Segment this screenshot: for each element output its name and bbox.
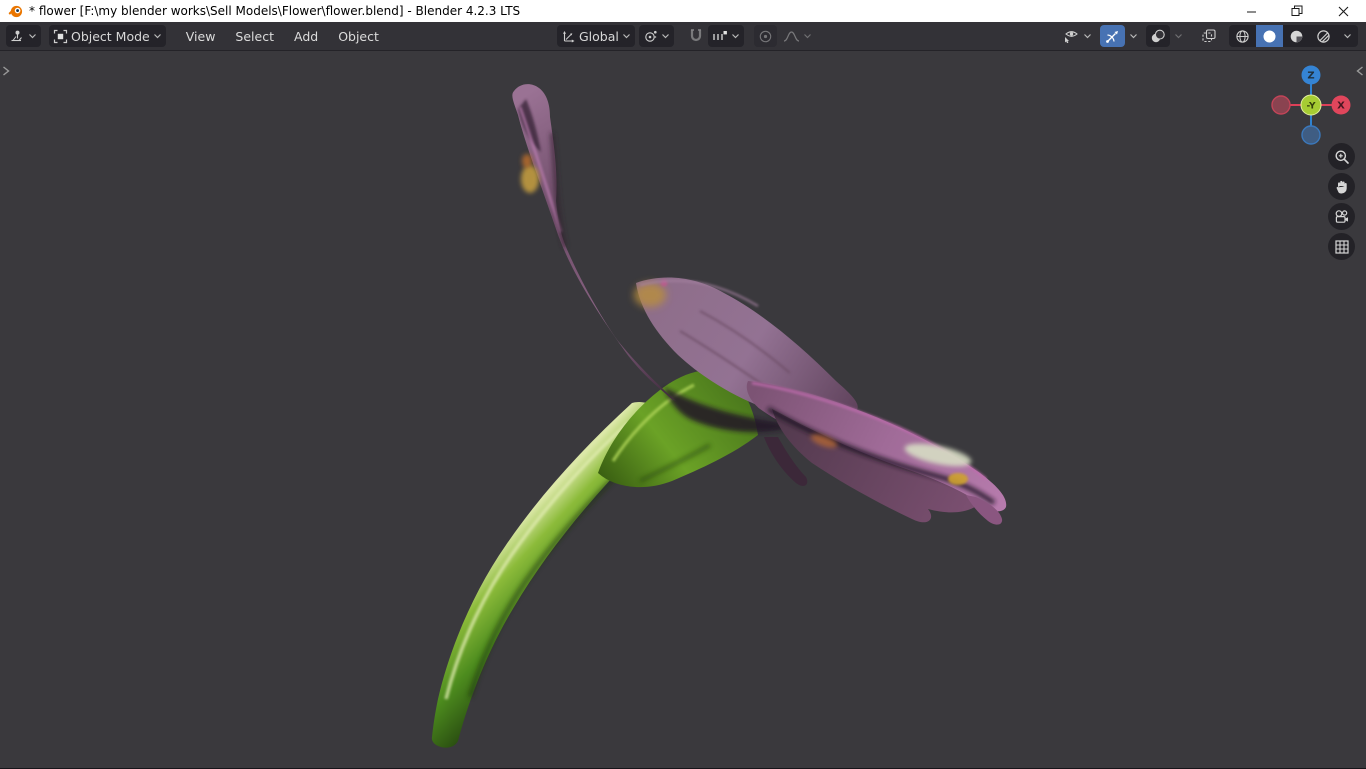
close-icon bbox=[1338, 6, 1348, 16]
solid-shading-icon bbox=[1263, 30, 1276, 42]
proportional-falloff-dropdown[interactable] bbox=[779, 25, 816, 47]
3d-viewport[interactable]: Z X -Y bbox=[0, 51, 1366, 769]
proportional-editing-icon bbox=[759, 30, 772, 42]
close-button[interactable] bbox=[1320, 0, 1366, 22]
rendered-shading-icon bbox=[1317, 29, 1330, 43]
chevron-down-icon bbox=[1175, 34, 1182, 39]
gizmos-dropdown[interactable] bbox=[1125, 25, 1142, 47]
pivot-point-dropdown[interactable] bbox=[638, 25, 674, 47]
chevron-down-icon bbox=[1344, 34, 1351, 39]
shading-wireframe-button[interactable] bbox=[1229, 25, 1256, 47]
material-preview-shading-icon bbox=[1290, 30, 1303, 42]
axis-neg-z-ball[interactable] bbox=[1301, 125, 1321, 145]
chevron-down-icon bbox=[1130, 34, 1137, 39]
orientation-label: Global bbox=[579, 28, 619, 44]
pivot-point-icon bbox=[645, 30, 657, 42]
axis-x-label: X bbox=[1337, 101, 1345, 112]
restore-icon bbox=[1291, 5, 1303, 16]
eye-cursor-icon bbox=[1065, 31, 1078, 43]
chevron-down-icon bbox=[153, 34, 161, 39]
blender-logo-icon bbox=[8, 5, 23, 17]
camera-icon bbox=[1335, 209, 1348, 223]
chevron-down-icon bbox=[1084, 34, 1091, 39]
gizmo-icon bbox=[1106, 30, 1118, 43]
minimize-button[interactable] bbox=[1228, 0, 1274, 22]
snap-with-dropdown[interactable] bbox=[707, 25, 744, 47]
xray-toggle-button[interactable] bbox=[1197, 25, 1221, 47]
overlays-toggle-button[interactable] bbox=[1146, 25, 1170, 47]
shading-material-button[interactable] bbox=[1283, 25, 1310, 47]
menu-select[interactable]: Select bbox=[225, 25, 284, 47]
chevron-down-icon bbox=[803, 34, 811, 39]
menu-object[interactable]: Object bbox=[328, 25, 389, 47]
viewport-header: Object Mode View Select Add Object Globa… bbox=[0, 22, 1366, 51]
toggle-projection-button[interactable] bbox=[1328, 233, 1355, 260]
falloff-curve-icon bbox=[783, 30, 800, 42]
shading-mode-group bbox=[1229, 25, 1358, 47]
minimize-icon bbox=[1246, 11, 1256, 12]
overlays-icon bbox=[1151, 29, 1165, 42]
sidebar-expand-chevron-icon[interactable] bbox=[1355, 65, 1365, 77]
chevron-down-icon bbox=[622, 34, 630, 39]
hand-icon bbox=[1336, 180, 1347, 193]
menu-add[interactable]: Add bbox=[284, 25, 328, 47]
object-mode-icon bbox=[53, 29, 68, 43]
header-right-cluster bbox=[1059, 22, 1358, 50]
camera-view-button[interactable] bbox=[1328, 203, 1355, 230]
wireframe-shading-icon bbox=[1236, 29, 1249, 43]
chevron-down-icon bbox=[661, 34, 669, 39]
flower-model[interactable] bbox=[0, 51, 1366, 768]
shading-solid-button[interactable] bbox=[1256, 25, 1283, 47]
mode-dropdown[interactable]: Object Mode bbox=[49, 25, 166, 47]
editor-3d-viewport-icon bbox=[11, 30, 22, 41]
mode-dropdown-label: Object Mode bbox=[71, 28, 150, 44]
gizmos-toggle-button[interactable] bbox=[1100, 25, 1125, 47]
orientation-axes-icon bbox=[563, 30, 575, 42]
axis-neg-x-ball[interactable] bbox=[1271, 95, 1291, 115]
zoom-icon bbox=[1335, 150, 1349, 164]
restore-button[interactable] bbox=[1274, 0, 1320, 22]
axis-neg-y-label: -Y bbox=[1307, 102, 1316, 112]
snap-toggle-button[interactable] bbox=[684, 25, 708, 47]
navigation-axis-gizmo[interactable]: Z X -Y bbox=[1269, 63, 1353, 147]
shading-rendered-button[interactable] bbox=[1310, 25, 1337, 47]
header-left-cluster: Object Mode View Select Add Object bbox=[6, 22, 389, 50]
transform-orientation-dropdown[interactable]: Global bbox=[557, 25, 635, 47]
magnet-icon bbox=[690, 29, 701, 42]
chevron-down-icon bbox=[731, 34, 739, 39]
proportional-editing-button[interactable] bbox=[753, 25, 777, 47]
toolbar-expand-chevron-icon[interactable] bbox=[1, 65, 11, 77]
move-view-button[interactable] bbox=[1328, 173, 1355, 200]
menu-view[interactable]: View bbox=[176, 25, 226, 47]
object-visibility-dropdown[interactable] bbox=[1059, 25, 1096, 47]
shading-dropdown[interactable] bbox=[1337, 25, 1358, 47]
window-titlebar: * flower [F:\my blender works\Sell Model… bbox=[0, 0, 1366, 22]
zoom-button[interactable] bbox=[1328, 143, 1355, 170]
axis-z-label: Z bbox=[1307, 71, 1314, 82]
xray-icon bbox=[1202, 29, 1216, 43]
header-middle-cluster: Global bbox=[557, 22, 816, 50]
chevron-down-icon bbox=[29, 34, 36, 39]
overlays-dropdown[interactable] bbox=[1170, 25, 1187, 47]
grid-icon bbox=[1334, 239, 1349, 254]
snap-increments-icon bbox=[713, 30, 727, 40]
editor-type-button[interactable] bbox=[6, 25, 41, 47]
window-title: * flower [F:\my blender works\Sell Model… bbox=[29, 4, 521, 18]
